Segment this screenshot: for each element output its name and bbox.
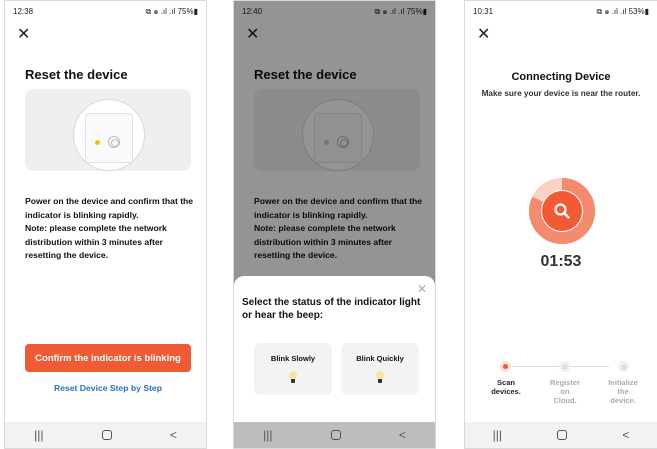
step-register-indicator	[559, 361, 570, 372]
phone-connecting-device: 10:31 ⧉ ๑ .ıl .ıl 53%▮ ✕ Connecting Devi…	[464, 0, 657, 449]
countdown-timer: 01:53	[540, 253, 582, 270]
reset-step-by-step-link[interactable]: Reset Device Step by Step	[25, 383, 191, 393]
status-icons: ⧉ ๑ .ıl .ıl 75%▮	[145, 6, 198, 16]
status-icons: ⧉ ๑ .ıl .ıl 53%▮	[596, 6, 649, 16]
indicator-led	[95, 140, 100, 145]
bulb-icon	[376, 371, 384, 383]
status-time: 12:38	[13, 6, 34, 16]
option-label: Blink Quickly	[356, 354, 404, 363]
search-icon	[542, 191, 582, 231]
step-register-label: Register on Cloud.	[549, 378, 580, 405]
system-nav-bar: ||| <	[234, 422, 435, 448]
indicator-status-sheet: ✕ Select the status of the indicator lig…	[234, 276, 435, 422]
device-illustration	[25, 89, 191, 171]
close-icon[interactable]: ✕	[17, 27, 30, 43]
back-icon[interactable]: <	[170, 428, 177, 442]
page-title: Reset the device	[25, 67, 128, 82]
page-title: Connecting Device	[511, 71, 611, 83]
recents-icon[interactable]: |||	[493, 428, 502, 442]
page-subtitle: Make sure your device is near the router…	[481, 89, 641, 98]
status-time: 10:31	[473, 6, 494, 16]
step-scan-label: Scan devices.	[491, 378, 521, 396]
reset-button-icon	[108, 136, 120, 148]
step-scan-indicator	[500, 361, 511, 372]
phone-select-indicator-status: 12:40 ⧉ ๑ .ıl .ıl 75%▮ ✕ Reset the devic…	[233, 0, 436, 449]
recents-icon[interactable]: |||	[34, 428, 43, 442]
blink-slowly-option[interactable]: Blink Slowly	[254, 343, 332, 395]
step-initialize-indicator	[618, 361, 629, 372]
instructions-text: Power on the device and confirm that the…	[25, 196, 194, 260]
system-nav-bar: ||| <	[5, 422, 206, 448]
bulb-icon	[289, 371, 297, 383]
system-nav-bar: ||| <	[465, 422, 657, 448]
home-icon[interactable]	[101, 430, 112, 440]
sheet-close-icon[interactable]: ✕	[417, 282, 427, 296]
status-bar: 10:31 ⧉ ๑ .ıl .ıl 53%▮	[465, 1, 657, 21]
confirm-blinking-button[interactable]: Confirm the indicator is blinking	[25, 344, 191, 372]
option-label: Blink Slowly	[270, 354, 316, 363]
sheet-title: Select the status of the indicator light…	[242, 297, 421, 321]
phone-reset-device: 12:38 ⧉ ๑ .ıl .ıl 75%▮ ✕ Reset the devic…	[4, 0, 207, 449]
close-icon[interactable]: ✕	[477, 27, 490, 43]
back-icon[interactable]: <	[399, 428, 406, 442]
back-icon[interactable]: <	[622, 428, 629, 442]
step-initialize-label: Initialize the device.	[608, 378, 638, 405]
blink-quickly-option[interactable]: Blink Quickly	[341, 343, 419, 395]
home-icon[interactable]	[330, 430, 341, 440]
home-icon[interactable]	[557, 430, 568, 440]
recents-icon[interactable]: |||	[263, 428, 272, 442]
status-bar: 12:38 ⧉ ๑ .ıl .ıl 75%▮	[5, 1, 206, 21]
